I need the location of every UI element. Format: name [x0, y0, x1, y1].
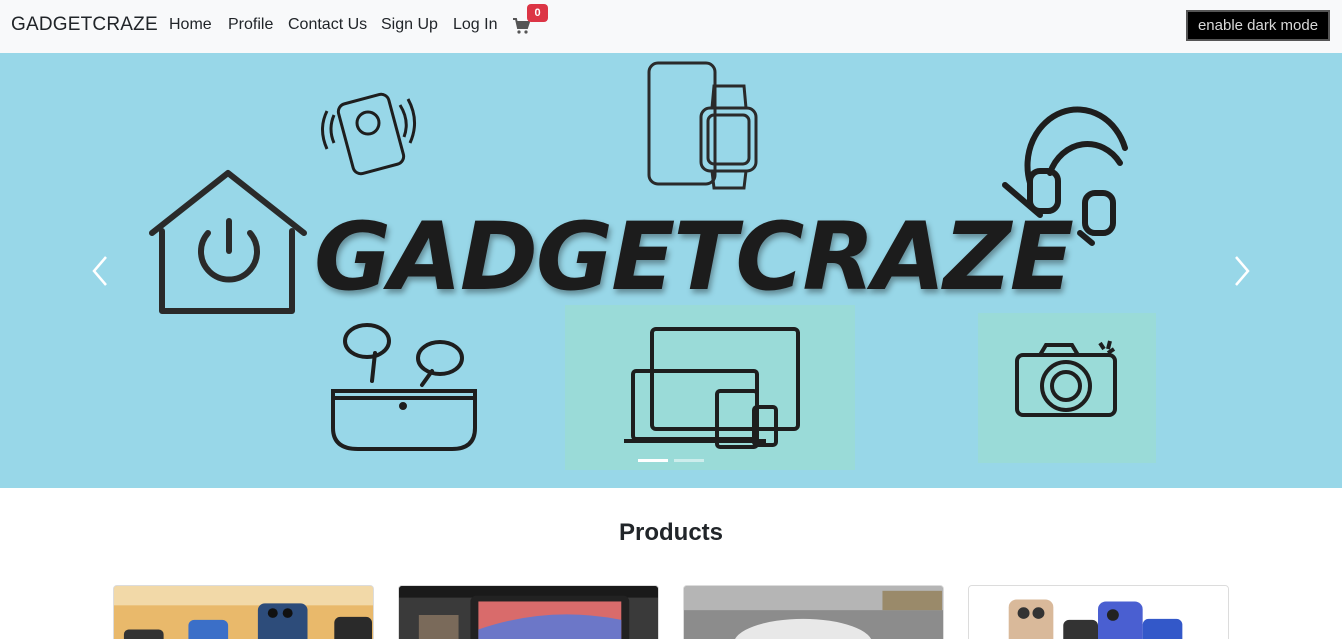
dark-mode-button[interactable]: enable dark mode [1186, 10, 1330, 41]
product-image [969, 586, 1228, 639]
product-image [684, 586, 943, 639]
nav-sign-up[interactable]: Sign Up [381, 16, 438, 34]
product-image [399, 586, 658, 639]
product-image [114, 586, 373, 639]
product-card[interactable] [113, 585, 374, 639]
nav-home[interactable]: Home [169, 16, 212, 34]
carousel-indicator-1[interactable] [638, 459, 668, 462]
smart-home-icon [149, 170, 307, 314]
chevron-right-icon[interactable] [1226, 253, 1256, 289]
product-card[interactable] [683, 585, 944, 639]
cart-count-badge: 0 [527, 4, 548, 22]
nav-contact-us[interactable]: Contact Us [288, 16, 367, 34]
hero-carousel: GADGETCRAZE [0, 53, 1342, 488]
product-card[interactable] [968, 585, 1229, 639]
smart-speaker-icon [321, 92, 416, 176]
nav-profile[interactable]: Profile [228, 16, 273, 34]
earbuds-icon [331, 323, 477, 451]
products-heading: Products [618, 519, 723, 546]
product-card[interactable] [398, 585, 659, 639]
brand-logo[interactable]: GADGETCRAZE [11, 14, 158, 36]
carousel-indicator-2[interactable] [674, 459, 704, 462]
chevron-left-icon[interactable] [86, 253, 116, 289]
banner-title: GADGETCRAZE [314, 203, 1074, 312]
phone-watch-icon [647, 61, 758, 190]
navbar: GADGETCRAZE Home Profile Contact Us Sign… [0, 0, 1342, 53]
nav-log-in[interactable]: Log In [453, 16, 497, 34]
